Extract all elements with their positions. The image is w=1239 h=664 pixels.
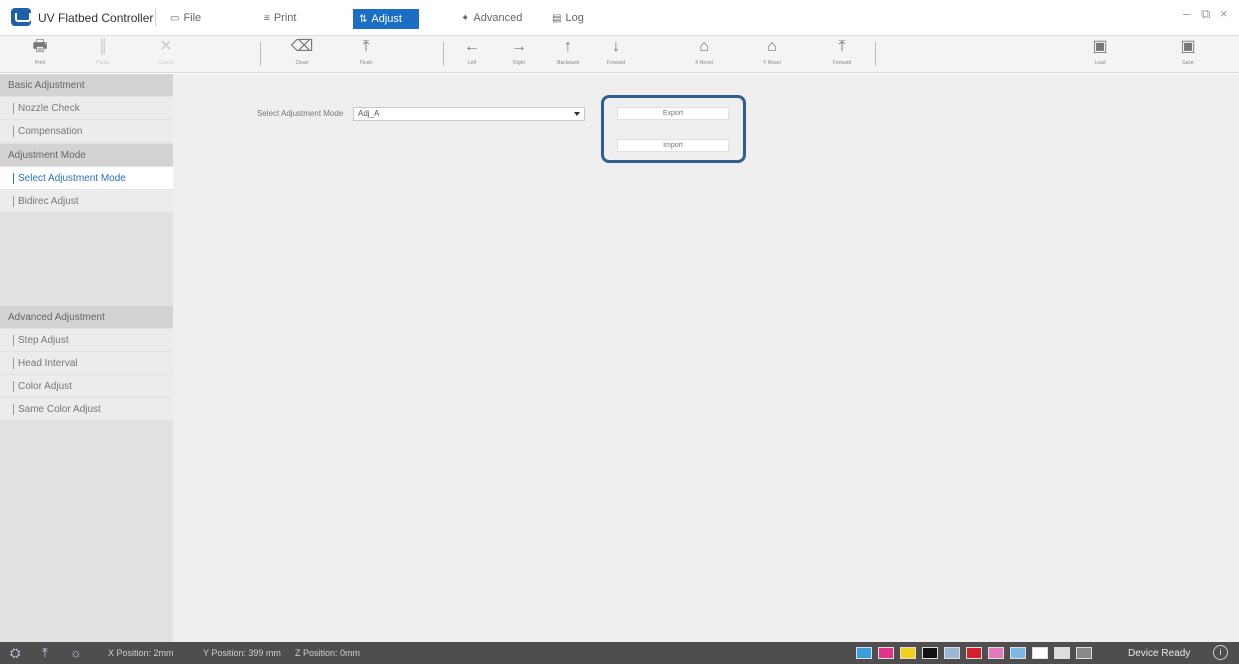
- lamp-icon: ☼: [70, 645, 82, 660]
- tab-log-label: Log: [565, 12, 584, 24]
- tab-advanced[interactable]: ✦ Advanced: [455, 9, 528, 27]
- printer-icon: 🖶: [32, 38, 48, 55]
- flush-icon: ⤒: [362, 38, 370, 55]
- ink-swatch: [988, 647, 1004, 659]
- adjustment-mode-value: Adj_A: [358, 109, 380, 118]
- y-position: Y Position: 399 mm: [203, 648, 281, 658]
- pause-button[interactable]: ∥ Pause: [83, 38, 123, 70]
- sidebar: Basic Adjustment Nozzle Check Compensati…: [0, 74, 173, 642]
- load-button[interactable]: ▣ Load: [1080, 38, 1120, 70]
- tab-print-label: Print: [273, 12, 297, 24]
- head-icon: ⤒: [42, 645, 48, 660]
- sidebar-item-compensation[interactable]: Compensation: [0, 120, 173, 142]
- restore-button[interactable]: ⧉: [1201, 6, 1210, 22]
- clean-button[interactable]: ⌫ Clean: [282, 38, 322, 70]
- arrow-up-icon: ↑: [564, 38, 572, 55]
- ink-swatch: [856, 647, 872, 659]
- title-separator: [155, 8, 156, 26]
- y-reset-button[interactable]: ⌂ Y Reset: [752, 38, 792, 70]
- print-icon: ≡: [264, 12, 270, 24]
- arrow-to-top-icon: ⤒: [838, 38, 846, 55]
- file-icon: ▭: [170, 12, 180, 24]
- export-import-highlight: [601, 95, 746, 163]
- close-button[interactable]: ×: [1220, 6, 1228, 21]
- ink-swatch: [900, 647, 916, 659]
- flush-button[interactable]: ⤒ Flush: [346, 38, 386, 70]
- tab-adjust-label: Adjust: [371, 13, 402, 25]
- ink-swatch: [966, 647, 982, 659]
- toolbar-separator: [260, 42, 261, 66]
- device-status: Device Ready: [1128, 648, 1191, 659]
- home-y-icon: ⌂: [767, 38, 777, 55]
- adjust-icon: ⇅: [359, 13, 368, 25]
- toolbar-separator: [875, 42, 876, 66]
- connection-icon: ⛭: [10, 645, 21, 660]
- sidebar-item-head-interval[interactable]: Head Interval: [0, 352, 173, 374]
- sidebar-item-color-adjust[interactable]: Color Adjust: [0, 375, 173, 397]
- cancel-button[interactable]: ✕ Cancel: [146, 38, 186, 70]
- adjustment-mode-label: Select Adjustment Mode: [257, 109, 344, 118]
- save-icon: ▣: [1180, 38, 1196, 55]
- sidebar-item-same-color-adjust[interactable]: Same Color Adjust: [0, 398, 173, 420]
- app-logo-icon: [11, 8, 31, 26]
- toolbar: 🖶 Print ∥ Pause ✕ Cancel ⌫ Clean ⤒ Flush…: [0, 36, 1239, 73]
- forward-button[interactable]: ↓ Forward: [596, 38, 636, 70]
- sidebar-section-basic: Basic Adjustment: [0, 74, 173, 96]
- left-button[interactable]: ← Left: [452, 38, 492, 70]
- feed-top-button[interactable]: ⤒ Forward: [822, 38, 862, 70]
- sidebar-section-advanced: Advanced Adjustment: [0, 306, 173, 328]
- arrow-right-icon: →: [511, 38, 527, 55]
- tab-file[interactable]: ▭ File: [164, 9, 207, 27]
- pause-icon: ∥: [99, 38, 107, 55]
- ink-swatch: [1076, 647, 1092, 659]
- right-button[interactable]: → Right: [499, 38, 539, 70]
- tab-file-label: File: [183, 12, 202, 24]
- advanced-icon: ✦: [461, 12, 470, 24]
- title-bar: UV Flatbed Controller ▭ File ≡ Print ⇅ A…: [0, 0, 1239, 36]
- ink-swatch: [944, 647, 960, 659]
- home-x-icon: ⌂: [699, 38, 709, 55]
- tab-advanced-label: Advanced: [473, 12, 523, 24]
- minimize-button[interactable]: –: [1183, 6, 1190, 21]
- status-bar: ⛭ ⤒ ☼ X Position: 2mm Y Position: 399 mm…: [0, 642, 1239, 664]
- backward-button[interactable]: ↑ Backward: [548, 38, 588, 70]
- import-button[interactable]: Import: [617, 139, 729, 152]
- ink-swatch: [1054, 647, 1070, 659]
- ink-swatch: [1032, 647, 1048, 659]
- arrow-left-icon: ←: [464, 38, 480, 55]
- chevron-down-icon: [574, 112, 580, 116]
- app-title: UV Flatbed Controller: [38, 11, 154, 25]
- sidebar-item-select-adjustment-mode[interactable]: Select Adjustment Mode: [0, 167, 173, 189]
- arrow-down-icon: ↓: [612, 38, 620, 55]
- load-icon: ▣: [1092, 38, 1108, 55]
- sidebar-item-nozzle-check[interactable]: Nozzle Check: [0, 97, 173, 119]
- adjustment-mode-select[interactable]: Adj_A: [353, 107, 585, 121]
- z-position: Z Position: 0mm: [295, 648, 361, 658]
- x-reset-button[interactable]: ⌂ X Reset: [684, 38, 724, 70]
- tab-print[interactable]: ≡ Print: [258, 9, 302, 27]
- log-icon: ▤: [552, 12, 562, 24]
- x-position: X Position: 2mm: [108, 648, 174, 658]
- save-button[interactable]: ▣ Save: [1168, 38, 1208, 70]
- tab-adjust[interactable]: ⇅ Adjust: [353, 9, 419, 29]
- main-panel: Select Adjustment Mode Adj_A Export Impo…: [173, 74, 1239, 642]
- ink-swatch: [1010, 647, 1026, 659]
- info-icon[interactable]: i: [1213, 645, 1228, 660]
- sidebar-item-bidirec-adjust[interactable]: Bidirec Adjust: [0, 190, 173, 212]
- cancel-icon: ✕: [159, 38, 173, 55]
- sidebar-item-step-adjust[interactable]: Step Adjust: [0, 329, 173, 351]
- ink-swatch: [878, 647, 894, 659]
- ink-swatch: [922, 647, 938, 659]
- toolbar-separator: [443, 42, 444, 66]
- export-button[interactable]: Export: [617, 107, 729, 120]
- tab-log[interactable]: ▤ Log: [546, 9, 590, 27]
- print-button[interactable]: 🖶 Print: [20, 38, 60, 70]
- sidebar-section-adjustment-mode: Adjustment Mode: [0, 144, 173, 166]
- clean-icon: ⌫: [290, 38, 314, 55]
